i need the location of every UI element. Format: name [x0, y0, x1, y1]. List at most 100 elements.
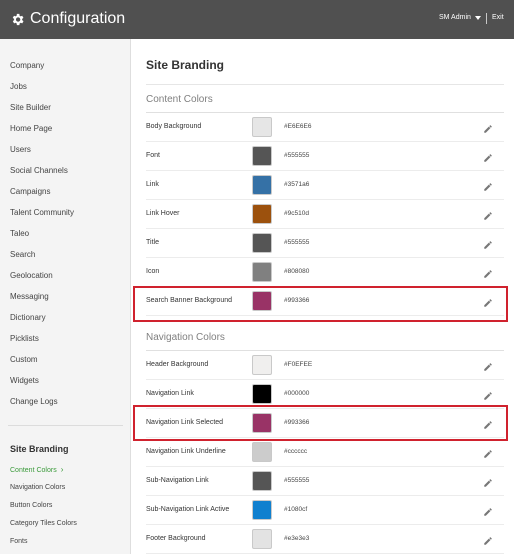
- sidebar-item-campaigns[interactable]: Campaigns: [10, 187, 50, 196]
- color-row-label: Sub-Navigation Link Active: [146, 506, 230, 513]
- color-row-label: Header Background: [146, 361, 209, 368]
- color-swatch[interactable]: [252, 442, 272, 462]
- color-row-label: Font: [146, 152, 161, 159]
- pencil-icon[interactable]: [483, 475, 493, 487]
- page-title: Site Branding: [146, 58, 225, 72]
- color-row-label: Body Background: [146, 123, 202, 130]
- color-hex-value: #e3e3e3: [284, 535, 310, 542]
- exit-link[interactable]: Exit: [492, 14, 504, 21]
- sidebar-item-company[interactable]: Company: [10, 61, 44, 70]
- pencil-icon[interactable]: [483, 446, 493, 458]
- gear-icon: [12, 13, 24, 25]
- header-divider: [486, 13, 487, 24]
- sidebar-subitem-fonts[interactable]: Fonts: [10, 538, 28, 545]
- color-row-label: Sub-Navigation Link: [146, 477, 209, 484]
- sidebar-item-messaging[interactable]: Messaging: [10, 292, 49, 301]
- pencil-icon[interactable]: [483, 208, 493, 220]
- color-row-sub-navigation-link: Sub-Navigation Link #555555: [146, 467, 504, 496]
- color-row-header-background: Header Background #F0EFEE: [146, 351, 504, 380]
- app-logo[interactable]: Configuration: [10, 9, 125, 29]
- pencil-icon[interactable]: [483, 533, 493, 545]
- user-name: SM Admin: [439, 14, 471, 21]
- color-row-title: Title #555555: [146, 229, 504, 258]
- sidebar-item-users[interactable]: Users: [10, 145, 31, 154]
- color-swatch[interactable]: [252, 233, 272, 253]
- sidebar: Company Jobs Site Builder Home Page User…: [0, 39, 131, 554]
- color-row-footer-background: Footer Background #e3e3e3: [146, 525, 504, 554]
- color-row-link-hover: Link Hover #9c510d: [146, 200, 504, 229]
- sidebar-item-dictionary[interactable]: Dictionary: [10, 313, 46, 322]
- pencil-icon[interactable]: [483, 121, 493, 133]
- chevron-right-icon: ›: [60, 465, 64, 474]
- sidebar-subitem-button-colors[interactable]: Button Colors: [10, 502, 52, 509]
- sidebar-section-site-branding[interactable]: Site Branding: [10, 444, 69, 454]
- color-swatch[interactable]: [252, 146, 272, 166]
- pencil-icon[interactable]: [483, 237, 493, 249]
- sidebar-subitem-category-tiles-colors[interactable]: Category Tiles Colors: [10, 520, 77, 527]
- color-hex-value: #808080: [284, 268, 310, 275]
- sidebar-item-widgets[interactable]: Widgets: [10, 376, 39, 385]
- sidebar-item-custom[interactable]: Custom: [10, 355, 38, 364]
- sidebar-divider: [8, 425, 123, 426]
- color-row-label: Footer Background: [146, 535, 206, 542]
- pencil-icon[interactable]: [483, 359, 493, 371]
- color-hex-value: #000000: [284, 390, 310, 397]
- color-row-link: Link #3571a6: [146, 171, 504, 200]
- color-row-label: Navigation Link Underline: [146, 448, 226, 455]
- highlight-search-banner-background: [133, 286, 508, 322]
- color-hex-value: #3571a6: [284, 181, 310, 188]
- navigation-colors-heading: Navigation Colors: [146, 332, 225, 343]
- color-hex-value: #555555: [284, 477, 310, 484]
- content-colors-heading: Content Colors: [146, 94, 213, 105]
- color-swatch[interactable]: [252, 471, 272, 491]
- sidebar-item-picklists[interactable]: Picklists: [10, 334, 39, 343]
- color-swatch[interactable]: [252, 262, 272, 282]
- sidebar-item-change-logs[interactable]: Change Logs: [10, 397, 58, 406]
- color-swatch[interactable]: [252, 204, 272, 224]
- sidebar-item-taleo[interactable]: Taleo: [10, 229, 29, 238]
- color-row-font: Font #555555: [146, 142, 504, 171]
- sidebar-item-social-channels[interactable]: Social Channels: [10, 166, 68, 175]
- color-hex-value: #cccccc: [284, 448, 308, 455]
- caret-down-icon: [474, 15, 481, 20]
- sidebar-subitem-label: Content Colors: [10, 467, 57, 474]
- pencil-icon[interactable]: [483, 150, 493, 162]
- pencil-icon[interactable]: [483, 504, 493, 516]
- sidebar-subitem-navigation-colors[interactable]: Navigation Colors: [10, 484, 65, 491]
- sidebar-item-jobs[interactable]: Jobs: [10, 82, 27, 91]
- sidebar-item-talent-community[interactable]: Talent Community: [10, 208, 74, 217]
- color-swatch[interactable]: [252, 355, 272, 375]
- sidebar-subitem-content-colors[interactable]: Content Colors ›: [10, 465, 63, 474]
- color-hex-value: #E6E6E6: [284, 123, 312, 130]
- color-hex-value: #555555: [284, 152, 310, 159]
- color-swatch[interactable]: [252, 384, 272, 404]
- color-row-sub-navigation-link-active: Sub-Navigation Link Active #1080cf: [146, 496, 504, 525]
- color-row-icon: Icon #808080: [146, 258, 504, 287]
- color-swatch[interactable]: [252, 500, 272, 520]
- color-hex-value: #1080cf: [284, 506, 308, 513]
- color-hex-value: #9c510d: [284, 210, 309, 217]
- color-row-body-background: Body Background #E6E6E6: [146, 113, 504, 142]
- sidebar-item-search[interactable]: Search: [10, 250, 35, 259]
- color-row-label: Navigation Link: [146, 390, 194, 397]
- color-row-label: Title: [146, 239, 159, 246]
- app-title: Configuration: [30, 10, 126, 27]
- color-row-label: Icon: [146, 268, 160, 275]
- top-bar: Configuration SM Admin Exit: [0, 0, 514, 39]
- color-row-navigation-link-underline: Navigation Link Underline #cccccc: [146, 438, 504, 467]
- color-swatch[interactable]: [252, 175, 272, 195]
- sidebar-item-site-builder[interactable]: Site Builder: [10, 103, 51, 112]
- color-swatch[interactable]: [252, 117, 272, 137]
- color-hex-value: #F0EFEE: [284, 361, 313, 368]
- color-hex-value: #555555: [284, 239, 310, 246]
- pencil-icon[interactable]: [483, 266, 493, 278]
- pencil-icon[interactable]: [483, 179, 493, 191]
- color-swatch[interactable]: [252, 529, 272, 549]
- user-menu[interactable]: SM Admin: [439, 14, 481, 21]
- color-row-label: Link Hover: [146, 210, 180, 217]
- sidebar-item-geolocation[interactable]: Geolocation: [10, 271, 53, 280]
- pencil-icon[interactable]: [483, 388, 493, 400]
- title-divider: [146, 84, 504, 85]
- highlight-navigation-link-selected: [133, 405, 508, 441]
- sidebar-item-home-page[interactable]: Home Page: [10, 124, 52, 133]
